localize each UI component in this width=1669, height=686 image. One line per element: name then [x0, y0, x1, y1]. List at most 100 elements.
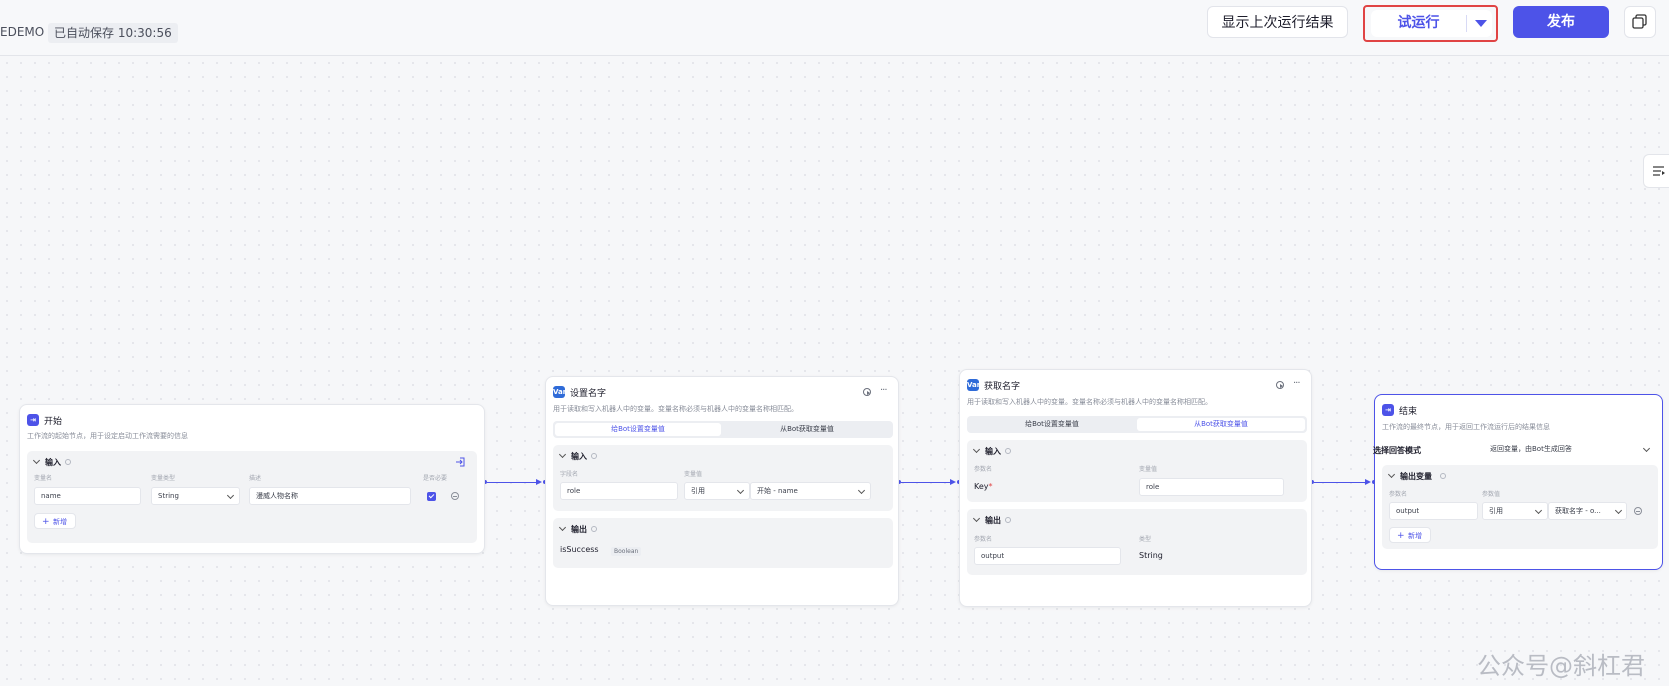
column-header: 参数名: [974, 536, 993, 543]
section-title: 输出变量: [1400, 472, 1432, 481]
select-value: String: [158, 492, 179, 500]
connector-start-setname: [487, 482, 537, 483]
chevron-down-icon[interactable]: [1475, 20, 1487, 27]
output-name-input[interactable]: output: [974, 547, 1121, 565]
reference-value-select[interactable]: 开始 - name: [750, 482, 871, 500]
chevron-down-icon[interactable]: [1387, 470, 1396, 479]
side-panel-toggle[interactable]: [1643, 154, 1669, 188]
node-start[interactable]: ⇥ 开始 工作流的起始节点，用于设定启动工作流需要的信息 输入 变量名 变量类型…: [19, 404, 485, 554]
input-section: 输入 参数名 变量值 Key* role: [967, 440, 1307, 502]
required-mark: *: [988, 482, 993, 491]
key-label: Key*: [974, 482, 993, 491]
publish-button[interactable]: 发布: [1513, 6, 1609, 38]
remove-row-icon[interactable]: [1634, 507, 1642, 515]
node-get-name[interactable]: Var 获取名字 ··· 用于读取和写入机器人中的变量。变量名称必须与机器人中的…: [959, 369, 1312, 607]
more-icon[interactable]: ···: [1293, 379, 1300, 389]
info-icon: [1005, 448, 1011, 454]
column-header: 变量类型: [151, 475, 176, 482]
node-title: 获取名字: [984, 382, 1021, 392]
run-node-icon[interactable]: [863, 388, 871, 396]
column-header: 是否必要: [423, 475, 448, 482]
field-name-input[interactable]: role: [560, 482, 678, 500]
mode-tabs: 给Bot设置变量值 从Bot获取变量值: [967, 416, 1307, 433]
node-description: 用于读取和写入机器人中的变量。变量名称必须与机器人中的变量名称相匹配。: [553, 405, 798, 413]
column-header: 参数值: [1482, 491, 1501, 498]
test-run-separator: [1466, 15, 1467, 32]
section-title: 输入: [571, 452, 587, 461]
run-node-icon[interactable]: [1276, 381, 1284, 389]
input-section: 输入 变量名 变量类型 描述 是否必要 name String 漫威人物名称 新…: [27, 451, 477, 543]
section-title: 输入: [985, 447, 1001, 456]
test-run-label[interactable]: 试运行: [1371, 10, 1466, 37]
column-header: 参数名: [974, 466, 993, 473]
test-run-button[interactable]: 试运行: [1371, 10, 1492, 37]
more-icon[interactable]: ···: [880, 386, 887, 396]
copy-workflow-button[interactable]: [1624, 6, 1656, 38]
column-header: 变量名: [34, 475, 53, 482]
column-header: 类型: [1139, 536, 1152, 543]
chevron-down-icon: [736, 486, 745, 495]
start-icon: ⇥: [27, 414, 39, 426]
list-icon: [1653, 166, 1665, 176]
section-title: 输出: [985, 516, 1001, 525]
column-header: 描述: [249, 475, 262, 482]
show-last-result-button[interactable]: 显示上次运行结果: [1207, 6, 1348, 38]
key-value-input[interactable]: role: [1139, 478, 1284, 496]
section-title: 输出: [571, 525, 587, 534]
variable-description-input[interactable]: 漫威人物名称: [249, 487, 411, 505]
connector-getname-end: [1314, 482, 1366, 483]
reference-type-select[interactable]: 引用: [1482, 502, 1548, 520]
connector-setname-getname: [901, 482, 951, 483]
reference-value-select[interactable]: 获取名字 - o...: [1548, 502, 1627, 520]
chevron-down-icon: [1614, 506, 1623, 515]
output-type: String: [1139, 551, 1163, 560]
import-icon[interactable]: [455, 457, 465, 467]
test-run-highlight: 试运行: [1363, 5, 1498, 42]
output-section: 输出 参数名 类型 output String: [967, 509, 1307, 575]
node-end[interactable]: ⇥ 结束 工作流的最终节点，用于返回工作流运行后的结果信息 选择回答模式 返回变…: [1373, 394, 1663, 570]
tab-get-variable[interactable]: 从Bot获取变量值: [1137, 418, 1305, 431]
chevron-down-icon[interactable]: [558, 450, 567, 459]
output-section: 输出 isSuccess Boolean: [553, 518, 893, 568]
info-icon: [1440, 473, 1446, 479]
select-value: 引用: [691, 487, 705, 495]
remove-row-icon[interactable]: [451, 492, 459, 500]
add-variable-button[interactable]: 新增: [34, 513, 76, 530]
workflow-canvas[interactable]: ⇥ 开始 工作流的起始节点，用于设定启动工作流需要的信息 输入 变量名 变量类型…: [0, 56, 1669, 686]
chevron-down-icon[interactable]: [558, 523, 567, 532]
chevron-down-icon: [1642, 444, 1651, 453]
tab-set-variable[interactable]: 给Bot设置变量值: [969, 418, 1135, 431]
select-value: 开始 - name: [757, 487, 798, 495]
tab-get-variable[interactable]: 从Bot获取变量值: [723, 423, 891, 436]
arrow-icon: [950, 479, 956, 485]
chevron-down-icon[interactable]: [972, 514, 981, 523]
copy-icon: [1632, 14, 1647, 29]
output-type-badge: Boolean: [611, 547, 642, 556]
watermark: 公众号@斜杠君: [1477, 652, 1645, 680]
info-icon: [1005, 517, 1011, 523]
tab-set-variable[interactable]: 给Bot设置变量值: [555, 423, 721, 436]
chevron-down-icon: [1534, 506, 1543, 515]
chevron-down-icon: [226, 491, 235, 500]
reference-type-select[interactable]: 引用: [684, 482, 750, 500]
chevron-down-icon: [857, 486, 866, 495]
select-value: 引用: [1489, 507, 1503, 515]
variable-icon: Var: [553, 386, 567, 398]
node-set-name[interactable]: Var 设置名字 ··· 用于读取和写入机器人中的变量。变量名称必须与机器人中的…: [545, 376, 899, 606]
column-header: 字段名: [560, 471, 579, 478]
output-name-input[interactable]: output: [1389, 502, 1478, 520]
variable-name-input[interactable]: name: [34, 487, 141, 505]
add-output-button[interactable]: 新增: [1389, 527, 1431, 544]
arrow-icon: [1365, 479, 1371, 485]
chevron-down-icon[interactable]: [32, 456, 41, 465]
info-icon: [65, 459, 71, 465]
node-title: 结束: [1399, 407, 1418, 417]
column-header: 变量值: [684, 471, 703, 478]
answer-mode-select[interactable]: 返回变量，由Bot生成回答: [1484, 441, 1658, 459]
variable-type-select[interactable]: String: [151, 487, 240, 505]
required-checkbox[interactable]: [427, 492, 436, 501]
info-icon: [591, 453, 597, 459]
chevron-down-icon[interactable]: [972, 445, 981, 454]
answer-mode-label: 选择回答模式: [1373, 446, 1421, 455]
arrow-icon: [536, 479, 542, 485]
